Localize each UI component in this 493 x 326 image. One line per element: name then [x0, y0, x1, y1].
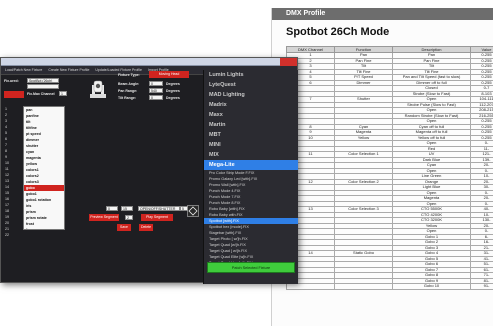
model-list: Pro Color Strip Mode F.FIX Promo Galaxy L… — [204, 170, 298, 272]
table-cell: 91- — [470, 283, 493, 290]
beam-angle-label: Beam Angle: — [118, 82, 140, 86]
fixture-color-swatch[interactable] — [4, 91, 24, 98]
close-window-button[interactable] — [280, 58, 297, 66]
fixture-alt-input[interactable] — [27, 84, 59, 89]
max-channel-label: Fix.Max Channel — [27, 92, 55, 96]
tilt-range-unit: Degrees — [166, 96, 180, 100]
table-cell — [286, 283, 335, 290]
play-segment-button[interactable]: Play Segment — [141, 214, 173, 221]
channel-number: 22 — [5, 233, 9, 237]
document-header: DMX Profile — [272, 8, 493, 20]
fixture-type-select[interactable]: Moving Head — [149, 71, 189, 78]
table-cell — [334, 283, 393, 290]
pan-range-label: Pan Range: — [118, 89, 138, 93]
tilt-range-label: Tilt Range: — [118, 96, 137, 100]
beam-angle-input[interactable]: 0 — [149, 81, 163, 86]
save-button[interactable]: Save — [117, 224, 131, 231]
manufacturer-item[interactable]: Maxx — [204, 110, 298, 120]
menu-item[interactable]: Load/Patch New Fixture — [5, 66, 42, 74]
range-description-input[interactable]: OPEN/OFF/SHUTTER — [138, 206, 180, 211]
fixture-library-panel: Lumin Lights LyteQuest MAD Lighting Madrix M… — [203, 70, 298, 284]
dmx-profile-document: DMX Profile Spotbot 26Ch Mode DMX Channe… — [271, 8, 493, 326]
manufacturer-item[interactable]: MINI — [204, 140, 298, 150]
tilt-range-input[interactable]: 0 — [149, 95, 163, 100]
fixture-name-input[interactable]: SpotBot (26ch) — [27, 78, 59, 83]
range-end-input[interactable]: 15 — [121, 206, 133, 211]
manufacturer-item[interactable]: Mega-Lite — [204, 160, 298, 170]
fixture-name-label: Fix.ured: — [4, 79, 19, 83]
table-cell: Pan and Tilt Speed (fast to slow) — [392, 74, 471, 81]
beam-angle-unit: Degrees — [166, 82, 180, 86]
table-row: Gobo 10 91- — [286, 283, 493, 290]
manufacturer-item[interactable]: Martin — [204, 120, 298, 130]
table-body: 1 Pan Pan 0-255 2 Pan Fine Pan Fine 0-255 3 Tilt T… — [286, 52, 493, 290]
rotate-icon[interactable] — [187, 204, 199, 217]
dmx-profile-table: DMX Channel Function Description Value 1 Pan… — [286, 46, 493, 290]
fixture-editor-window: Load/Patch New Fixture Create New Fixture… — [0, 57, 298, 284]
manufacturer-item[interactable]: MAD Lighting — [204, 90, 298, 100]
manufacturer-item[interactable]: Madrix — [204, 100, 298, 110]
manufacturer-item[interactable]: MBT — [204, 130, 298, 140]
manufacturer-item[interactable]: LyteQuest — [204, 80, 298, 90]
max-channel-input[interactable]: 1 — [59, 91, 67, 96]
manufacturer-item[interactable]: Lumin Lights — [204, 70, 298, 80]
channel-list[interactable]: pan panfine tilt tiltfine pt speed dimmer shut… — [23, 106, 65, 230]
manufacturer-list: Lumin Lights LyteQuest MAD Lighting Madrix M… — [204, 70, 298, 170]
table-cell: Gobo 10 — [392, 283, 471, 290]
window-title-bar — [1, 58, 297, 66]
pan-range-unit: Degrees — [166, 89, 180, 93]
patch-selected-fixture-button[interactable]: Patch Selected Fixture — [207, 262, 295, 273]
range-start-input[interactable]: 0 — [106, 206, 118, 211]
segment-count-input[interactable]: 2 — [125, 215, 133, 220]
document-title: Spotbot 26Ch Mode — [286, 26, 390, 38]
pan-range-input[interactable]: 540 — [149, 88, 163, 93]
preview-segment-button[interactable]: Preview Segment — [89, 214, 119, 221]
fixture-type-label: Fixture Type: — [118, 73, 140, 77]
delete-button[interactable]: Delete — [139, 224, 153, 231]
manufacturer-item[interactable]: MIX — [204, 150, 298, 160]
channel-list-item[interactable]: focus — [24, 227, 64, 229]
moving-head-icon — [87, 77, 109, 99]
menu-item[interactable]: Create New Fixture Profile — [48, 66, 89, 74]
